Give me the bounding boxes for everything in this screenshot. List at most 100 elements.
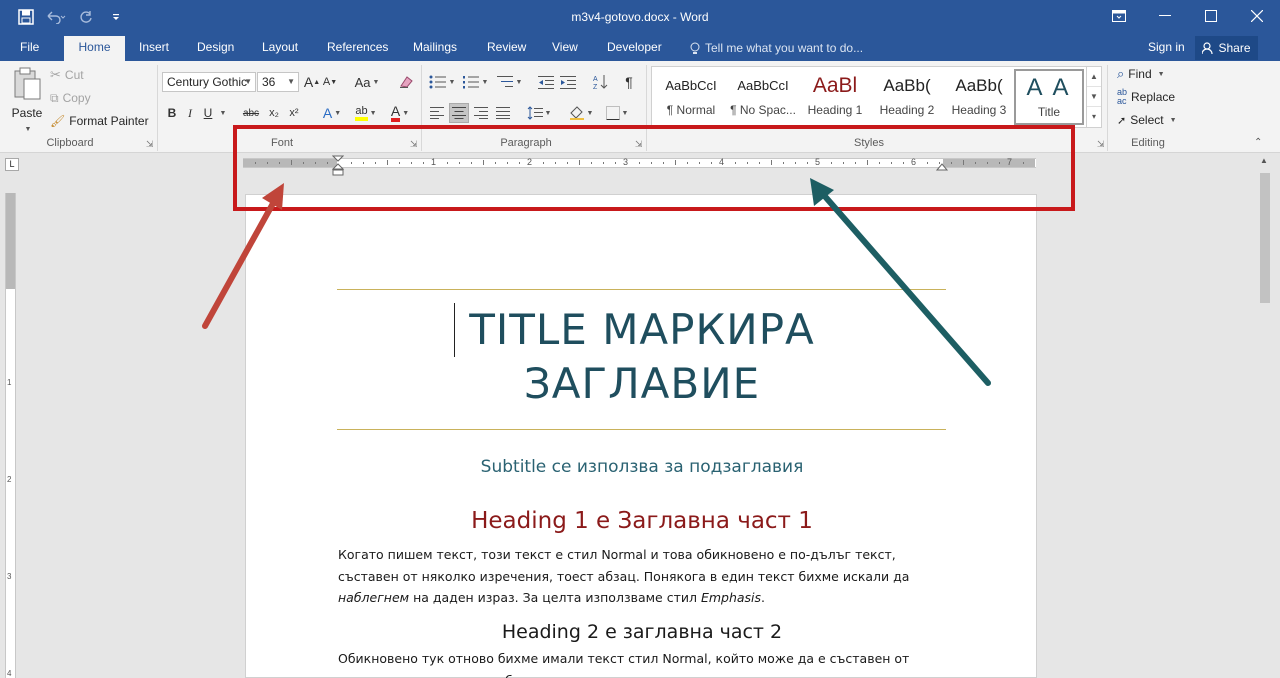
cut-label: Cut (64, 68, 84, 82)
style-name: Heading 3 (951, 103, 1007, 117)
replace-button[interactable]: ab ac Replace (1117, 87, 1175, 107)
underline-button[interactable]: U (200, 103, 216, 123)
line-spacing-icon[interactable]: ▼ (524, 103, 554, 123)
document-page[interactable]: TITLE МАРКИРА ЗАГЛАВИЕ Subtitle се изпол… (245, 194, 1037, 678)
search-icon: ⌕ (1117, 66, 1125, 81)
bold-button[interactable]: B (164, 103, 180, 123)
heading-1[interactable]: Heading 1 е Заглавна част 1 (246, 508, 1038, 534)
cut-button[interactable]: ✂ Cut (50, 65, 84, 85)
tab-view[interactable]: View (542, 36, 588, 61)
minimize-icon[interactable] (1142, 0, 1188, 32)
format-painter-label: Format Painter (69, 114, 149, 128)
align-right-icon[interactable] (472, 103, 490, 123)
scrollbar-thumb[interactable] (1260, 173, 1270, 303)
style-name: Title (1037, 105, 1061, 119)
font-size-combo[interactable]: 36 ▼ (257, 72, 299, 92)
borders-icon[interactable]: ▼ (602, 103, 632, 123)
document-subtitle[interactable]: Subtitle се използва за подзаглавия (246, 457, 1038, 477)
document-title-heading[interactable]: TITLE МАРКИРА ЗАГЛАВИЕ (246, 303, 1038, 411)
more-styles-icon[interactable]: ▾ (1087, 107, 1101, 127)
chevron-up-icon[interactable]: ▲ (1260, 156, 1268, 165)
tab-home[interactable]: Home (64, 36, 125, 61)
tab-references[interactable]: References (317, 36, 398, 61)
chevron-down-icon[interactable]: ▼ (1087, 87, 1101, 107)
share-label: Share (1218, 41, 1251, 55)
title-top-border (337, 289, 946, 290)
underline-dropdown-icon[interactable]: ▼ (216, 103, 228, 123)
tab-design[interactable]: Design (187, 36, 244, 61)
body-paragraph-2[interactable]: Обикновено тук отново бихме имали текст … (338, 648, 948, 678)
tell-me-box[interactable]: Tell me what you want to do... (690, 36, 863, 61)
styles-launcher-icon[interactable]: ⇲ (1097, 139, 1105, 150)
change-case-icon[interactable]: Aa ▼ (352, 72, 382, 92)
justify-icon[interactable] (494, 103, 512, 123)
bullets-icon[interactable]: ▼ (428, 72, 456, 92)
tab-mailings[interactable]: Mailings (403, 36, 467, 61)
superscript-button[interactable]: x² (286, 103, 302, 123)
align-center-icon[interactable] (449, 103, 469, 123)
maximize-icon[interactable] (1188, 0, 1234, 32)
sign-in-link[interactable]: Sign in (1148, 36, 1185, 59)
window-controls (1096, 0, 1280, 32)
select-button[interactable]: ➚ Select ▼ (1117, 110, 1177, 130)
replace-label: Replace (1131, 90, 1176, 104)
group-divider (1107, 65, 1108, 151)
share-button[interactable]: Share (1195, 36, 1258, 60)
clear-formatting-icon[interactable] (396, 72, 416, 92)
vertical-scrollbar[interactable]: ▲ (1257, 153, 1273, 678)
grow-font-icon[interactable]: A ▲ (304, 72, 320, 92)
show-formatting-marks-icon[interactable]: ¶ (620, 72, 638, 92)
styles-gallery: AaBbCcI ¶ Normal AaBbCcI ¶ No Spac... Aa… (651, 66, 1087, 128)
increase-indent-icon[interactable] (558, 72, 578, 92)
style-name: Heading 2 (879, 103, 935, 117)
sort-icon[interactable]: AZ (590, 72, 610, 92)
style-heading-3[interactable]: AaBb( Heading 3 (944, 69, 1014, 125)
vruler-number: 1 (7, 378, 12, 387)
body-paragraph-1[interactable]: Когато пишем текст, този текст е стил No… (338, 544, 948, 609)
paste-label: Paste (11, 106, 43, 120)
strikethrough-button[interactable]: abc (240, 103, 262, 123)
numbering-icon[interactable]: ▼ (461, 72, 489, 92)
subscript-button[interactable]: x₂ (266, 103, 282, 123)
style-normal[interactable]: AaBbCcI ¶ Normal (656, 69, 726, 125)
collapse-ribbon-icon[interactable]: ⌃ (1254, 137, 1262, 148)
shrink-font-icon[interactable]: A ▼ (322, 72, 338, 92)
text-effects-icon[interactable]: A ▼ (318, 103, 346, 123)
style-heading-1[interactable]: AaBl Heading 1 (800, 69, 870, 125)
heading-2[interactable]: Heading 2 е заглавна част 2 (246, 621, 1038, 643)
copy-button[interactable]: ⧉ Copy (50, 88, 91, 108)
paste-dropdown-icon[interactable]: ▼ (25, 126, 32, 133)
tab-file[interactable]: File (10, 36, 49, 61)
multilevel-list-icon[interactable]: ▼ (494, 72, 524, 92)
vruler-number: 2 (7, 475, 12, 484)
format-painter-button[interactable]: 🖌 Format Painter (50, 111, 149, 131)
find-button[interactable]: ⌕ Find ▼ (1117, 64, 1165, 84)
paste-button[interactable]: Paste ▼ (8, 67, 46, 133)
font-color-icon[interactable]: A ▼ (386, 103, 414, 123)
emphasis-text: Emphasis (700, 590, 762, 605)
highlight-icon[interactable]: ab ▼ (350, 103, 382, 123)
font-family-value: Century Gothic (167, 75, 248, 89)
style-sample: AaBl (812, 74, 858, 97)
italic-button[interactable]: I (182, 103, 198, 123)
clipboard-launcher-icon[interactable]: ⇲ (146, 139, 154, 150)
style-heading-2[interactable]: AaBb( Heading 2 (872, 69, 942, 125)
ribbon-display-options-icon[interactable] (1096, 0, 1142, 32)
style-name: Heading 1 (807, 103, 863, 117)
decrease-indent-icon[interactable] (536, 72, 556, 92)
vertical-ruler[interactable]: 1 2 3 4 (5, 193, 16, 678)
align-left-icon[interactable] (428, 103, 446, 123)
close-icon[interactable] (1234, 0, 1280, 32)
tab-insert[interactable]: Insert (129, 36, 179, 61)
font-family-combo[interactable]: Century Gothic ▼ (162, 72, 256, 92)
shading-icon[interactable]: ▼ (566, 103, 596, 123)
tab-selector-icon[interactable]: L (5, 158, 19, 171)
tab-layout[interactable]: Layout (252, 36, 308, 61)
text-cursor (454, 303, 455, 357)
chevron-up-icon[interactable]: ▲ (1087, 67, 1101, 87)
tab-review[interactable]: Review (477, 36, 536, 61)
tab-developer[interactable]: Developer (597, 36, 672, 61)
replace-icon: ab ac (1117, 87, 1128, 106)
style-no-spacing[interactable]: AaBbCcI ¶ No Spac... (728, 69, 798, 125)
style-title[interactable]: A A Title (1014, 69, 1084, 125)
